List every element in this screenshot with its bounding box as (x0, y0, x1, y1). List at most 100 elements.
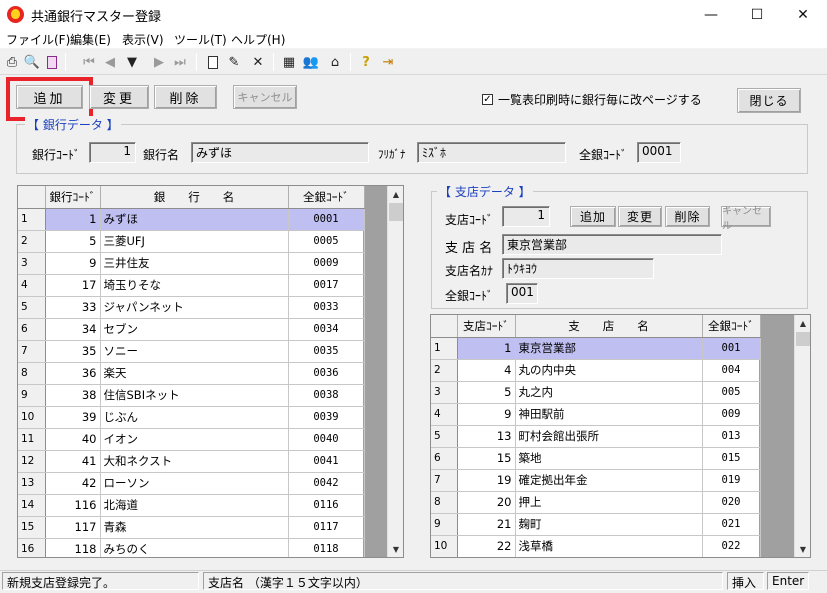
print-preview-icon[interactable]: 🔍 (23, 52, 41, 72)
row-number[interactable]: 3 (18, 252, 46, 275)
row-number[interactable]: 16 (18, 538, 46, 557)
branch-row[interactable]: 5 13 町村会館出張所 013 (431, 425, 761, 448)
branch-name-cell[interactable]: 町村会館出張所 (515, 425, 703, 448)
bank-code-cell[interactable]: 36 (45, 362, 101, 385)
branch-name-cell[interactable]: 確定拠出年金 (515, 469, 703, 492)
row-number[interactable]: 8 (431, 491, 458, 514)
exit-icon[interactable]: ⇥ (379, 52, 397, 72)
bank-col-zengin-header[interactable]: 全銀ｺｰﾄﾞ (288, 186, 365, 209)
branch-row[interactable]: 9 21 麹町 021 (431, 513, 761, 536)
branch-zengin-cell[interactable]: 009 (702, 403, 761, 426)
bank-kana-field[interactable]: ﾐｽﾞﾎ (417, 142, 566, 163)
branch-name-cell[interactable]: 麹町 (515, 513, 703, 536)
new-document-icon[interactable] (204, 52, 222, 72)
edit-icon[interactable]: ✎ (225, 52, 243, 72)
bank-name-cell[interactable]: ソニー (100, 340, 289, 363)
row-number[interactable]: 1 (431, 337, 458, 360)
bank-name-cell[interactable]: イオン (100, 428, 289, 451)
branch-delete-button[interactable]: 削除 (665, 206, 710, 227)
bank-zengin-cell[interactable]: 0042 (288, 472, 365, 495)
print-icon[interactable]: ⎙ (3, 52, 21, 72)
branch-col-code-header[interactable]: 支店ｺｰﾄﾞ (457, 315, 516, 338)
branch-zengin-cell[interactable]: 015 (702, 447, 761, 470)
bank-code-cell[interactable]: 35 (45, 340, 101, 363)
bank-zengin-cell[interactable]: 0038 (288, 384, 365, 407)
calculator-icon[interactable]: ▦ (280, 52, 298, 72)
branch-zengin-cell[interactable]: 001 (702, 337, 761, 360)
menu-tools[interactable]: ツール(T) (174, 31, 227, 48)
page-break-checkbox[interactable]: ✓ (482, 94, 493, 105)
bank-zengin-cell[interactable]: 0118 (288, 538, 365, 557)
bank-code-cell[interactable]: 117 (45, 516, 101, 539)
branch-code-cell[interactable]: 5 (457, 381, 516, 404)
page-setup-icon[interactable] (43, 52, 61, 72)
bank-zengin-cell[interactable]: 0034 (288, 318, 365, 341)
close-window-button[interactable]: ✕ (780, 0, 826, 29)
bank-row[interactable]: 14 116 北海道 0116 (18, 494, 365, 517)
branch-row[interactable]: 2 4 丸の内中央 004 (431, 359, 761, 382)
bank-col-name-header[interactable]: 銀 行 名 (100, 186, 289, 209)
change-button[interactable]: 変更 (89, 85, 149, 109)
branch-zengin-cell[interactable]: 004 (702, 359, 761, 382)
row-number[interactable]: 10 (18, 406, 46, 429)
branch-col-name-header[interactable]: 支 店 名 (515, 315, 703, 338)
branch-zengin-cell[interactable]: 013 (702, 425, 761, 448)
branch-row[interactable]: 1 1 東京営業部 001 (431, 337, 761, 360)
first-record-icon[interactable]: ⏮ (80, 52, 98, 72)
row-number[interactable]: 4 (18, 274, 46, 297)
scroll-thumb[interactable] (389, 203, 403, 221)
bank-row[interactable]: 6 34 セブン 0034 (18, 318, 365, 341)
row-number[interactable]: 3 (431, 381, 458, 404)
maximize-button[interactable]: ☐ (734, 0, 780, 29)
row-number[interactable]: 9 (431, 513, 458, 536)
bank-zengin-cell[interactable]: 0039 (288, 406, 365, 429)
bank-name-cell[interactable]: セブン (100, 318, 289, 341)
bank-zengin-cell[interactable]: 0017 (288, 274, 365, 297)
row-number[interactable]: 13 (18, 472, 46, 495)
bank-code-cell[interactable]: 116 (45, 494, 101, 517)
bank-name-cell[interactable]: ジャパンネット (100, 296, 289, 319)
row-number[interactable]: 12 (18, 450, 46, 473)
menu-edit[interactable]: 編集(E) (70, 31, 111, 48)
bank-name-cell[interactable]: みちのく (100, 538, 289, 557)
scroll-up-icon[interactable]: ▲ (795, 315, 810, 331)
branch-name-cell[interactable]: 東京営業部 (515, 337, 703, 360)
bank-code-cell[interactable]: 5 (45, 230, 101, 253)
branch-code-cell[interactable]: 15 (457, 447, 516, 470)
bank-name-cell[interactable]: 三菱UFJ (100, 230, 289, 253)
bank-row[interactable]: 15 117 青森 0117 (18, 516, 365, 539)
row-number[interactable]: 4 (431, 403, 458, 426)
branch-grid-scrollbar[interactable]: ▲ ▼ (794, 315, 810, 557)
branch-name-cell[interactable]: 神田駅前 (515, 403, 703, 426)
bank-zengin-cell[interactable]: 0041 (288, 450, 365, 473)
bank-name-cell[interactable]: 楽天 (100, 362, 289, 385)
bank-row[interactable]: 5 33 ジャパンネット 0033 (18, 296, 365, 319)
bank-code-cell[interactable]: 41 (45, 450, 101, 473)
help-icon[interactable]: ? (357, 52, 375, 72)
bank-row[interactable]: 2 5 三菱UFJ 0005 (18, 230, 365, 253)
scroll-thumb[interactable] (796, 332, 810, 346)
branch-name-cell[interactable]: 丸之内 (515, 381, 703, 404)
bank-code-field[interactable]: 1 (89, 142, 136, 163)
branch-name-cell[interactable]: 丸の内中央 (515, 359, 703, 382)
branch-zengin-cell[interactable]: 022 (702, 535, 761, 557)
row-number[interactable]: 10 (431, 535, 458, 557)
bank-zengin-cell[interactable]: 0036 (288, 362, 365, 385)
bank-row[interactable]: 9 38 住信SBIネット 0038 (18, 384, 365, 407)
bank-row[interactable]: 7 35 ソニー 0035 (18, 340, 365, 363)
next-record-icon[interactable]: ▶ (150, 52, 168, 72)
bank-code-cell[interactable]: 9 (45, 252, 101, 275)
bank-code-cell[interactable]: 42 (45, 472, 101, 495)
home-icon[interactable]: ⌂ (326, 52, 344, 72)
row-number[interactable]: 6 (431, 447, 458, 470)
branch-code-cell[interactable]: 4 (457, 359, 516, 382)
minimize-button[interactable]: — (688, 0, 734, 29)
scroll-down-icon[interactable]: ▼ (388, 541, 403, 557)
bank-name-cell[interactable]: 埼玉りそな (100, 274, 289, 297)
branch-zengin-cell[interactable]: 005 (702, 381, 761, 404)
branch-code-cell[interactable]: 1 (457, 337, 516, 360)
menu-file[interactable]: ファイル(F) (6, 31, 70, 48)
branch-zengin-cell[interactable]: 020 (702, 491, 761, 514)
branch-name-cell[interactable]: 築地 (515, 447, 703, 470)
close-button[interactable]: 閉じる (737, 88, 801, 113)
